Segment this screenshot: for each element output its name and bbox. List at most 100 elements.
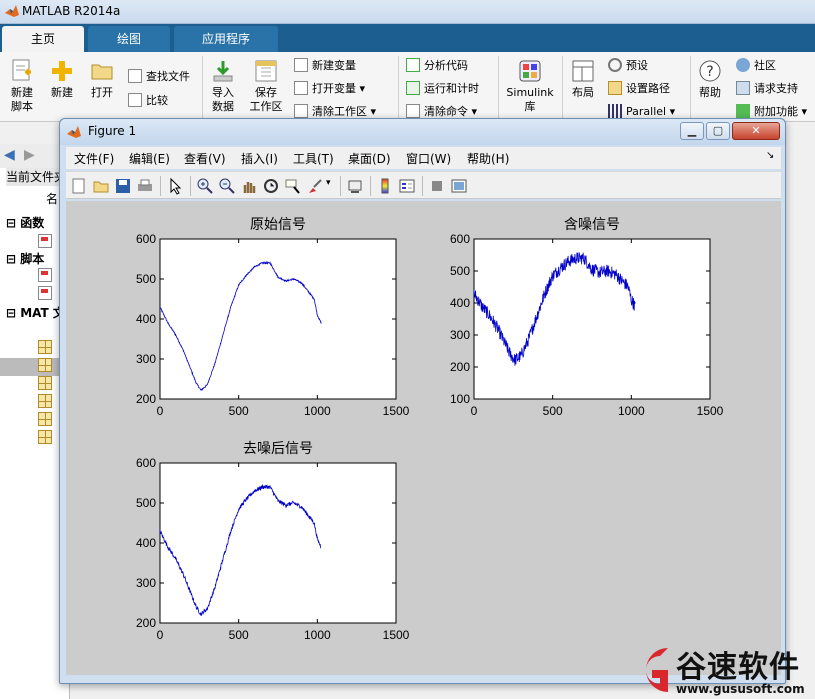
- save-icon[interactable]: [114, 177, 132, 195]
- layout-icon: [572, 60, 594, 82]
- menu-insert[interactable]: 插入(I): [241, 150, 278, 167]
- clear-workspace-label: 清除工作区: [312, 105, 367, 118]
- new-button[interactable]: 新建: [46, 58, 78, 100]
- data-cursor-icon[interactable]: [284, 177, 302, 195]
- x-tick-label: 1000: [304, 404, 331, 418]
- y-tick-label: 500: [136, 496, 156, 510]
- svg-text:?: ?: [706, 64, 713, 80]
- community-icon: [736, 58, 750, 72]
- layout-label: 布局: [572, 86, 594, 99]
- new-script-button[interactable]: 新建 脚本: [4, 58, 40, 114]
- mat-file-icon[interactable]: [38, 358, 52, 372]
- open-variable-button[interactable]: 打开变量 ▾: [294, 80, 365, 98]
- app-title: MATLAB R2014a: [22, 4, 121, 18]
- tab-plots[interactable]: 绘图: [88, 26, 170, 52]
- addons-icon: [736, 104, 750, 118]
- ribbon-separator: [562, 56, 563, 118]
- open-file-icon[interactable]: [92, 177, 110, 195]
- find-files-button[interactable]: 查找文件: [128, 68, 190, 86]
- brush-dropdown-icon[interactable]: ▾: [326, 178, 331, 188]
- set-path-button[interactable]: 设置路径: [608, 80, 670, 98]
- script-file-icon[interactable]: [38, 268, 52, 282]
- mat-file-icon[interactable]: [38, 376, 52, 390]
- menu-edit[interactable]: 编辑(E): [129, 150, 170, 167]
- ribbon-separator: [498, 56, 499, 118]
- x-tick-label: 500: [543, 404, 563, 418]
- community-button[interactable]: 社区: [736, 57, 776, 75]
- pan-icon[interactable]: [240, 177, 258, 195]
- y-tick-label: 400: [450, 296, 470, 310]
- import-label-1: 导入: [212, 86, 234, 99]
- maximize-button[interactable]: ▢: [706, 122, 730, 140]
- request-support-button[interactable]: 请求支持: [736, 80, 798, 98]
- parallel-icon: [608, 104, 622, 118]
- save-workspace-label-2: 工作区: [249, 100, 283, 113]
- find-files-icon: [128, 69, 142, 83]
- colorbar-icon[interactable]: [376, 177, 394, 195]
- menu-file[interactable]: 文件(F): [74, 150, 114, 167]
- section-scripts-label: 脚本: [20, 252, 45, 266]
- figure-toolbar: ▾: [66, 171, 781, 199]
- matlab-logo-icon: [5, 5, 19, 17]
- x-tick-label: 1500: [383, 628, 410, 642]
- zoom-in-icon[interactable]: [196, 177, 214, 195]
- analyze-code-button[interactable]: 分析代码: [406, 57, 468, 75]
- open-button[interactable]: 打开: [86, 58, 118, 100]
- help-button[interactable]: ? 帮助: [694, 58, 726, 100]
- zoom-out-icon[interactable]: [218, 177, 236, 195]
- y-tick-label: 200: [136, 392, 156, 406]
- plot-title: 去噪后信号: [243, 441, 313, 457]
- new-script-label-1: 新建: [11, 86, 33, 99]
- hide-plot-tools-icon[interactable]: [428, 177, 446, 195]
- print-icon[interactable]: [136, 177, 154, 195]
- x-tick-label: 500: [229, 628, 249, 642]
- pointer-icon[interactable]: [166, 177, 184, 195]
- mat-file-icon[interactable]: [38, 430, 52, 444]
- plot-area: [159, 238, 397, 400]
- plot-title: 原始信号: [250, 217, 306, 233]
- figure-canvas: 原始信号 0 500 1000 1500 200 300 400 500 600 含噪信号 0 500 1…: [66, 201, 781, 675]
- tab-apps[interactable]: 应用程序: [174, 26, 278, 52]
- mat-file-icon[interactable]: [38, 412, 52, 426]
- preferences-button[interactable]: 预设: [608, 57, 648, 75]
- watermark-url: www.gususoft.com: [676, 682, 805, 696]
- menu-view[interactable]: 查看(V): [184, 150, 226, 167]
- run-and-time-button[interactable]: 运行和计时: [406, 80, 479, 98]
- mat-file-icon[interactable]: [38, 394, 52, 408]
- ribbon-separator: [398, 56, 399, 118]
- new-figure-icon[interactable]: [70, 177, 88, 195]
- simulink-label-2: 库: [524, 100, 536, 113]
- help-label: 帮助: [699, 86, 721, 99]
- y-tick-label: 600: [450, 232, 470, 246]
- y-tick-label: 600: [136, 456, 156, 470]
- layout-button[interactable]: 布局: [566, 58, 600, 100]
- close-button[interactable]: ✕: [732, 122, 780, 140]
- tab-home[interactable]: 主页: [2, 26, 84, 52]
- compare-button[interactable]: 比较: [128, 92, 168, 110]
- rotate-icon[interactable]: [262, 177, 280, 195]
- simulink-library-button[interactable]: Simulink 库: [504, 58, 556, 114]
- save-workspace-button[interactable]: 保存 工作区: [246, 58, 286, 114]
- script-file-icon[interactable]: [38, 286, 52, 300]
- minimize-button[interactable]: ▁: [680, 122, 704, 140]
- new-variable-button[interactable]: 新建变量: [294, 57, 356, 75]
- back-arrow-icon[interactable]: ◀: [4, 147, 15, 163]
- brush-icon[interactable]: [306, 177, 324, 195]
- mat-file-icon[interactable]: [38, 340, 52, 354]
- forward-arrow-icon[interactable]: ▶: [24, 147, 35, 163]
- menu-help[interactable]: 帮助(H): [467, 150, 509, 167]
- menu-window[interactable]: 窗口(W): [406, 150, 451, 167]
- import-data-button[interactable]: 导入 数据: [206, 58, 240, 114]
- figure-titlebar[interactable]: Figure 1 ▁ ▢ ✕: [60, 119, 785, 145]
- function-file-icon[interactable]: [38, 234, 52, 248]
- y-tick-label: 500: [136, 272, 156, 286]
- toolbar-separator: [340, 176, 341, 196]
- menu-tools[interactable]: 工具(T): [293, 150, 334, 167]
- link-icon[interactable]: [346, 177, 364, 195]
- run-and-time-icon: [406, 81, 420, 95]
- gear-icon: [608, 58, 622, 72]
- dock-arrow-icon[interactable]: ↘: [766, 150, 774, 161]
- show-plot-tools-icon[interactable]: [450, 177, 468, 195]
- menu-desktop[interactable]: 桌面(D): [348, 150, 391, 167]
- legend-icon[interactable]: [398, 177, 416, 195]
